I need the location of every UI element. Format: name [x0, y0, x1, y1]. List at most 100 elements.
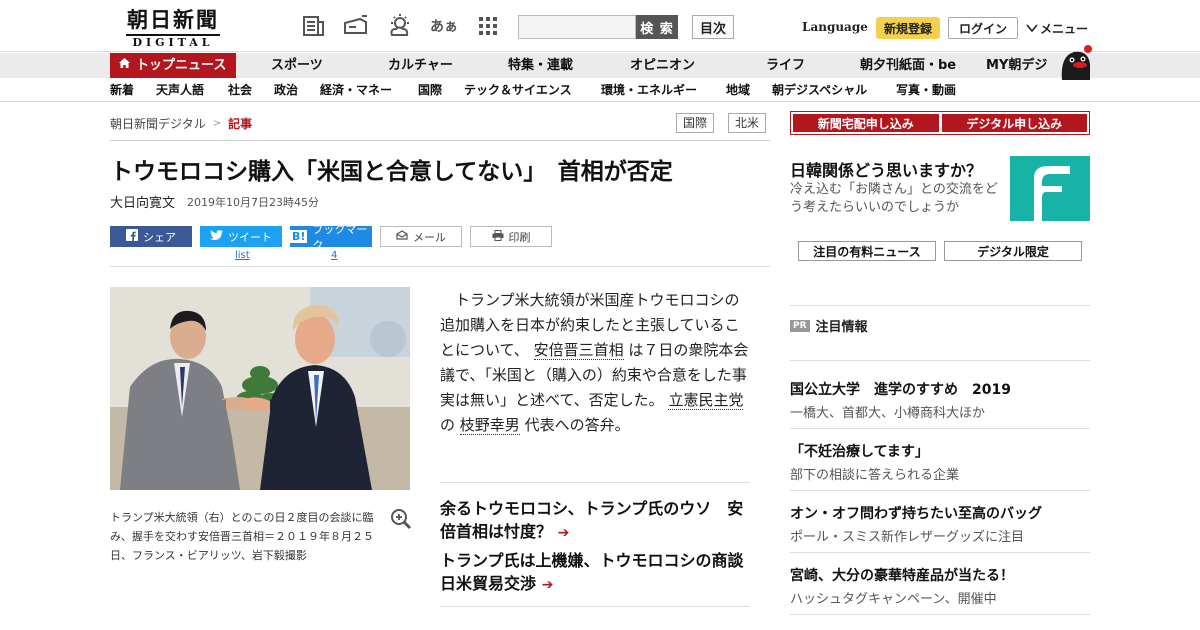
nav2-environment[interactable]: 環境・エネルギー [601, 78, 697, 102]
print-button[interactable]: 印刷 [470, 226, 552, 247]
home-icon [118, 53, 131, 78]
arrow-right-icon: ➔ [541, 577, 554, 593]
nav-sports[interactable]: スポーツ [271, 53, 323, 78]
related-link-1[interactable]: 余るトウモロコシ、トランプ氏のウソ 安倍首相は忖度？ ➔ [440, 497, 752, 545]
body-text-3: の [440, 416, 456, 434]
breadcrumb-home[interactable]: 朝日新聞デジタル [110, 115, 206, 132]
site-header: 朝日新聞 DIGITAL あぁ 検 索 目次 Language 新規登録 ログイ… [0, 0, 1200, 52]
nav2-economy[interactable]: 経済・マネー [320, 78, 392, 102]
subscribe-buttons: 新聞宅配申し込み デジタル申し込み [790, 111, 1090, 135]
divider [790, 360, 1090, 361]
paper-icon[interactable] [300, 12, 328, 40]
print-icon [492, 229, 504, 244]
pr-heading: PR 注目情報 [790, 316, 868, 335]
breadcrumb: 朝日新聞デジタル > 記事 [110, 115, 252, 132]
pr-item-title[interactable]: 国公立大学 進学のすすめ 2019 [790, 379, 1011, 399]
nav2-international[interactable]: 国際 [418, 78, 442, 102]
weather-icon[interactable] [386, 12, 414, 40]
nav-life[interactable]: ライフ [766, 53, 805, 78]
pr-item-title[interactable]: オン・オフ問わず持ちたい至高のバッグ [790, 503, 1042, 523]
mail-share-button[interactable]: メール [380, 226, 462, 247]
divider [790, 305, 1090, 306]
divider [790, 428, 1090, 429]
language-link[interactable]: Language [802, 20, 868, 34]
nav-culture[interactable]: カルチャー [388, 53, 453, 78]
hatena-bookmark-label: ブックマーク [312, 222, 368, 252]
register-button[interactable]: 新規登録 [876, 17, 940, 39]
chevron-down-icon [1026, 22, 1038, 36]
pr-heading-label: 注目情報 [815, 320, 868, 335]
grid-icon[interactable] [474, 12, 502, 40]
search-input[interactable] [518, 15, 636, 39]
secondary-nav: 新着 天声人語 社会 政治 経済・マネー 国際 テック＆サイエンス 環境・エネル… [0, 78, 1200, 102]
nav2-politics[interactable]: 政治 [274, 78, 298, 102]
link-cdp[interactable]: 立憲民主党 [668, 391, 744, 410]
pr-item-subtitle: ポール・スミス新作レザーグッズに注目 [790, 530, 1025, 545]
nav2-new[interactable]: 新着 [110, 78, 134, 102]
digital-subscribe-button[interactable]: デジタル申し込み [941, 114, 1087, 132]
breadcrumb-separator: > [212, 118, 222, 129]
logo-sub: DIGITAL [126, 34, 220, 49]
radio-icon[interactable] [342, 12, 370, 40]
facebook-share-button[interactable]: シェア [110, 226, 192, 247]
pr-item-subtitle: ハッシュタグキャンペーン、開催中 [790, 592, 997, 607]
divider [110, 140, 770, 141]
site-logo[interactable]: 朝日新聞 DIGITAL [118, 8, 228, 49]
twitter-share-button[interactable]: ツイート [200, 226, 282, 247]
nav-features[interactable]: 特集・連載 [508, 53, 573, 78]
nav-top-news-label: トップニュース [136, 58, 227, 73]
print-label: 印刷 [508, 230, 531, 244]
menu-label: メニュー [1040, 22, 1089, 36]
divider [790, 490, 1090, 491]
divider [440, 606, 750, 607]
digital-only-button[interactable]: デジタル限定 [944, 241, 1082, 261]
mascot-icon[interactable] [1056, 44, 1094, 80]
link-abe[interactable]: 安倍晋三首相 [533, 341, 624, 360]
divider [790, 614, 1090, 615]
tag-north-america[interactable]: 北米 [728, 113, 767, 133]
nav2-region[interactable]: 地域 [726, 78, 750, 102]
nav2-tech[interactable]: テック＆サイエンス [464, 78, 572, 102]
pr-item-title[interactable]: 「不妊治療してます」 [790, 441, 929, 461]
nav2-special[interactable]: 朝デジスペシャル [772, 78, 867, 102]
nav2-tensei[interactable]: 天声人語 [156, 78, 204, 102]
link-edano[interactable]: 枝野幸男 [459, 416, 520, 435]
facebook-icon [126, 229, 138, 244]
font-size-icon[interactable]: あぁ [430, 12, 458, 40]
nav-top-news[interactable]: トップニュース [110, 53, 236, 78]
breadcrumb-current: 記事 [228, 117, 253, 131]
nav2-society[interactable]: 社会 [228, 78, 252, 102]
divider [110, 266, 770, 267]
primary-nav: トップニュース スポーツ カルチャー 特集・連載 オピニオン ライフ 朝夕刊紙面… [0, 53, 1200, 78]
divider [440, 482, 750, 483]
publish-date: 2019年10月7日23時45分 [187, 195, 319, 209]
search-button[interactable]: 検 索 [636, 15, 678, 39]
twitter-icon [210, 229, 223, 244]
nav-newspaper[interactable]: 朝夕刊紙面・be [860, 53, 956, 78]
paid-news-button[interactable]: 注目の有料ニュース [798, 241, 936, 261]
nav-my-asahi[interactable]: MY朝デジ [986, 53, 1047, 78]
login-button[interactable]: ログイン [948, 17, 1018, 39]
pr-item-title[interactable]: 宮崎、大分の豪華特産品が当たる！ [790, 565, 1014, 585]
pr-badge: PR [790, 319, 810, 332]
menu-button[interactable]: メニュー [1026, 20, 1088, 37]
divider [790, 552, 1090, 553]
related-link-2[interactable]: トランプ氏は上機嫌、トウモロコシの商談 日米貿易交渉 ➔ [440, 549, 760, 597]
newspaper-subscribe-button[interactable]: 新聞宅配申し込み [793, 114, 939, 132]
nav-opinion[interactable]: オピニオン [630, 53, 695, 78]
survey-image[interactable] [1010, 156, 1090, 221]
survey-title[interactable]: 日韓関係どう思いますか？ [790, 157, 982, 181]
hatena-count[interactable]: 4 [331, 250, 337, 261]
article-photo[interactable] [110, 287, 410, 490]
hatena-icon: B! [290, 230, 308, 243]
article-body: トランプ米大統領が米国産トウモロコシの追加購入を日本が約束したと主張していること… [440, 288, 750, 438]
twitter-count[interactable]: list [235, 250, 250, 261]
related-link-1-label: 余るトウモロコシ、トランプ氏のウソ 安倍首相は忖度？ [440, 499, 744, 541]
zoom-icon[interactable] [390, 508, 412, 530]
author: 大日向寛文 [110, 196, 176, 211]
toc-button[interactable]: 目次 [692, 15, 734, 39]
hatena-bookmark-button[interactable]: B! ブックマーク [290, 223, 372, 252]
nav2-photo-video[interactable]: 写真・動画 [896, 78, 956, 102]
mail-share-label: メール [413, 230, 446, 244]
tag-international[interactable]: 国際 [676, 113, 715, 133]
